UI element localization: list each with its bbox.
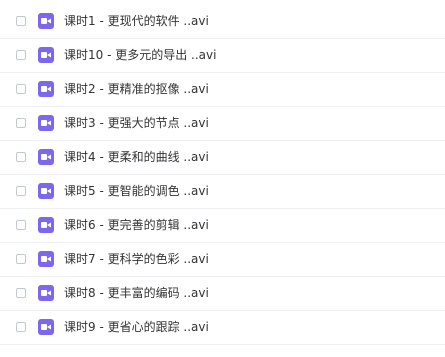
video-file-icon: [38, 47, 54, 63]
video-file-icon: [38, 81, 54, 97]
video-file-icon: [38, 285, 54, 301]
file-name[interactable]: 课时9 - 更省心的跟踪 ..avi: [64, 319, 209, 335]
video-file-icon: [38, 183, 54, 199]
file-row[interactable]: 课时9 - 更省心的跟踪 ..avi: [0, 311, 445, 345]
row-checkbox[interactable]: [16, 288, 26, 298]
row-checkbox[interactable]: [16, 254, 26, 264]
file-row[interactable]: 课时8 - 更丰富的编码 ..avi: [0, 277, 445, 311]
file-name[interactable]: 课时3 - 更强大的节点 ..avi: [64, 115, 209, 131]
file-row[interactable]: 课时5 - 更智能的调色 ..avi: [0, 175, 445, 209]
file-list: 课时1 - 更现代的软件 ..avi 课时10 - 更多元的导出 ..avi 课…: [0, 5, 445, 345]
file-name[interactable]: 课时7 - 更科学的色彩 ..avi: [64, 251, 209, 267]
file-row[interactable]: 课时2 - 更精准的抠像 ..avi: [0, 73, 445, 107]
file-name[interactable]: 课时6 - 更完善的剪辑 ..avi: [64, 217, 209, 233]
row-checkbox[interactable]: [16, 84, 26, 94]
row-checkbox[interactable]: [16, 220, 26, 230]
file-name[interactable]: 课时5 - 更智能的调色 ..avi: [64, 183, 209, 199]
file-row[interactable]: 课时3 - 更强大的节点 ..avi: [0, 107, 445, 141]
row-checkbox[interactable]: [16, 16, 26, 26]
row-checkbox[interactable]: [16, 118, 26, 128]
file-name[interactable]: 课时10 - 更多元的导出 ..avi: [64, 47, 216, 63]
video-file-icon: [38, 319, 54, 335]
file-row[interactable]: 课时7 - 更科学的色彩 ..avi: [0, 243, 445, 277]
video-file-icon: [38, 149, 54, 165]
row-checkbox[interactable]: [16, 322, 26, 332]
file-name[interactable]: 课时4 - 更柔和的曲线 ..avi: [64, 149, 209, 165]
file-row[interactable]: 课时1 - 更现代的软件 ..avi: [0, 5, 445, 39]
video-file-icon: [38, 13, 54, 29]
file-name[interactable]: 课时1 - 更现代的软件 ..avi: [64, 13, 209, 29]
file-name[interactable]: 课时2 - 更精准的抠像 ..avi: [64, 81, 209, 97]
file-name[interactable]: 课时8 - 更丰富的编码 ..avi: [64, 285, 209, 301]
file-row[interactable]: 课时6 - 更完善的剪辑 ..avi: [0, 209, 445, 243]
file-row[interactable]: 课时4 - 更柔和的曲线 ..avi: [0, 141, 445, 175]
file-row[interactable]: 课时10 - 更多元的导出 ..avi: [0, 39, 445, 73]
video-file-icon: [38, 217, 54, 233]
video-file-icon: [38, 115, 54, 131]
video-file-icon: [38, 251, 54, 267]
row-checkbox[interactable]: [16, 186, 26, 196]
row-checkbox[interactable]: [16, 152, 26, 162]
row-checkbox[interactable]: [16, 50, 26, 60]
